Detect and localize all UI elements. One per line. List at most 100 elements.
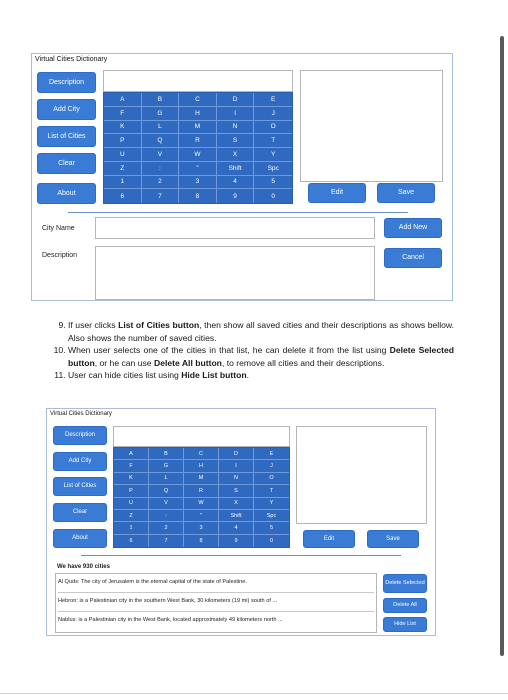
cities-list[interactable]: Al Quds: The city of Jerusalem is the et… xyxy=(55,573,377,633)
add-city-button[interactable]: Add City xyxy=(53,452,107,471)
keyboard-key[interactable]: P xyxy=(104,134,142,148)
keyboard-key[interactable]: Z xyxy=(114,509,149,523)
keyboard-key[interactable]: I xyxy=(216,106,255,121)
edit-button[interactable]: Edit xyxy=(303,530,355,548)
keyboard-key[interactable]: A xyxy=(114,448,149,461)
keyboard-key[interactable]: H xyxy=(184,460,219,473)
keyboard-key[interactable]: : xyxy=(149,509,184,523)
keyboard-key[interactable]: Q xyxy=(149,485,184,498)
keyboard-key[interactable]: U xyxy=(114,497,149,510)
keyboard-key[interactable]: 6 xyxy=(114,534,149,547)
list-item[interactable]: Nablus: is a Palestinian city in the Wes… xyxy=(58,617,283,623)
keyboard-key[interactable]: 0 xyxy=(254,535,289,547)
save-button[interactable]: Save xyxy=(377,183,435,203)
about-button[interactable]: About xyxy=(53,529,107,548)
keyboard-key[interactable]: 5 xyxy=(254,176,292,190)
keyboard-key[interactable]: E xyxy=(254,448,289,461)
keyboard-key[interactable]: F xyxy=(104,106,142,121)
description-input[interactable] xyxy=(95,246,375,300)
keyboard-key[interactable]: T xyxy=(254,485,289,498)
keyboard-key[interactable]: 9 xyxy=(217,189,255,203)
keyboard-key[interactable]: N xyxy=(219,472,254,486)
keyboard-key[interactable]: 2 xyxy=(149,522,184,535)
keyboard-key[interactable]: S xyxy=(219,485,254,498)
keyboard-key[interactable]: A xyxy=(104,93,142,107)
list-of-cities-button[interactable]: List of Cities xyxy=(37,126,96,147)
keyboard-key[interactable]: V xyxy=(141,148,180,162)
delete-selected-button[interactable]: Delete Selected xyxy=(383,574,427,593)
add-city-button[interactable]: Add City xyxy=(37,99,96,120)
keyboard-key[interactable]: 7 xyxy=(149,534,184,547)
keyboard-key[interactable]: N xyxy=(216,120,255,135)
text-display-area[interactable] xyxy=(103,70,293,92)
keyboard-key[interactable]: 3 xyxy=(184,522,219,535)
keyboard-key[interactable]: V xyxy=(149,497,184,510)
keyboard-key[interactable]: E xyxy=(254,93,292,107)
about-button[interactable]: About xyxy=(37,183,96,204)
keyboard-key[interactable]: M xyxy=(184,472,219,486)
keyboard-key[interactable]: 5 xyxy=(254,522,289,535)
keyboard-key[interactable]: 2 xyxy=(141,175,180,190)
keyboard-key[interactable]: 1 xyxy=(104,175,142,190)
keyboard-key[interactable]: X xyxy=(219,497,254,510)
keyboard-key[interactable]: R xyxy=(179,134,217,148)
save-button[interactable]: Save xyxy=(367,530,419,548)
keyboard-key[interactable]: B xyxy=(149,448,184,461)
keyboard-key[interactable]: Shift xyxy=(219,509,254,523)
keyboard-key[interactable]: : xyxy=(141,161,180,176)
keyboard-key[interactable]: D xyxy=(216,93,255,107)
delete-all-button[interactable]: Delete All xyxy=(383,598,427,613)
keyboard-key[interactable]: Z xyxy=(104,161,142,176)
clear-button[interactable]: Clear xyxy=(53,503,107,522)
keyboard-key[interactable]: 0 xyxy=(254,189,292,203)
keyboard-key[interactable]: 3 xyxy=(179,175,217,190)
clear-button[interactable]: Clear xyxy=(37,153,96,174)
keyboard-key[interactable]: M xyxy=(179,120,217,135)
keyboard-key[interactable]: C xyxy=(184,448,219,461)
keyboard-key[interactable]: X xyxy=(216,148,255,162)
cancel-button[interactable]: Cancel xyxy=(384,248,442,268)
text-display-area[interactable] xyxy=(113,426,290,447)
keyboard-key[interactable]: W xyxy=(179,148,217,162)
keyboard-key[interactable]: 4 xyxy=(216,175,255,190)
keyboard-key[interactable]: 4 xyxy=(219,522,254,535)
keyboard-key[interactable]: T xyxy=(254,134,292,148)
keyboard-key[interactable]: J xyxy=(254,460,289,473)
keyboard-key[interactable]: K xyxy=(104,120,142,135)
keyboard-key[interactable]: Y xyxy=(254,498,289,510)
keyboard-key[interactable]: S xyxy=(216,134,255,148)
keyboard-key[interactable]: 9 xyxy=(219,534,254,547)
keyboard-key[interactable]: R xyxy=(184,485,219,498)
list-item[interactable]: Al Quds: The city of Jerusalem is the et… xyxy=(58,579,247,585)
keyboard-key[interactable]: F xyxy=(114,460,149,473)
keyboard-key[interactable]: " xyxy=(179,161,217,176)
add-new-button[interactable]: Add New xyxy=(384,218,442,238)
page-scrollbar[interactable] xyxy=(500,36,504,656)
keyboard-key[interactable]: O xyxy=(254,121,292,135)
keyboard-key[interactable]: L xyxy=(149,472,184,486)
keyboard-key[interactable]: H xyxy=(179,106,217,121)
description-button[interactable]: Description xyxy=(53,426,107,445)
keyboard-key[interactable]: 8 xyxy=(179,189,217,203)
edit-button[interactable]: Edit xyxy=(308,183,366,203)
keyboard-key[interactable]: 6 xyxy=(104,189,142,203)
keyboard-key[interactable]: Spc xyxy=(254,162,292,176)
description-button[interactable]: Description xyxy=(37,72,96,93)
keyboard-key[interactable]: I xyxy=(219,460,254,473)
keyboard-key[interactable]: Y xyxy=(254,148,292,162)
list-of-cities-button[interactable]: List of Cities xyxy=(53,477,107,496)
keyboard-key[interactable]: W xyxy=(184,497,219,510)
keyboard-key[interactable]: G xyxy=(149,460,184,473)
keyboard-key[interactable]: " xyxy=(184,509,219,523)
hide-list-button[interactable]: Hide List xyxy=(383,617,427,632)
keyboard-key[interactable]: U xyxy=(104,148,142,162)
keyboard-key[interactable]: G xyxy=(141,106,180,121)
keyboard-key[interactable]: 8 xyxy=(184,534,219,547)
keyboard-key[interactable]: J xyxy=(254,107,292,121)
city-name-input[interactable] xyxy=(95,217,375,239)
keyboard-key[interactable]: L xyxy=(141,120,180,135)
keyboard-key[interactable]: D xyxy=(219,448,254,461)
keyboard-key[interactable]: C xyxy=(179,93,217,107)
keyboard-key[interactable]: 1 xyxy=(114,522,149,535)
keyboard-key[interactable]: Q xyxy=(141,134,180,148)
